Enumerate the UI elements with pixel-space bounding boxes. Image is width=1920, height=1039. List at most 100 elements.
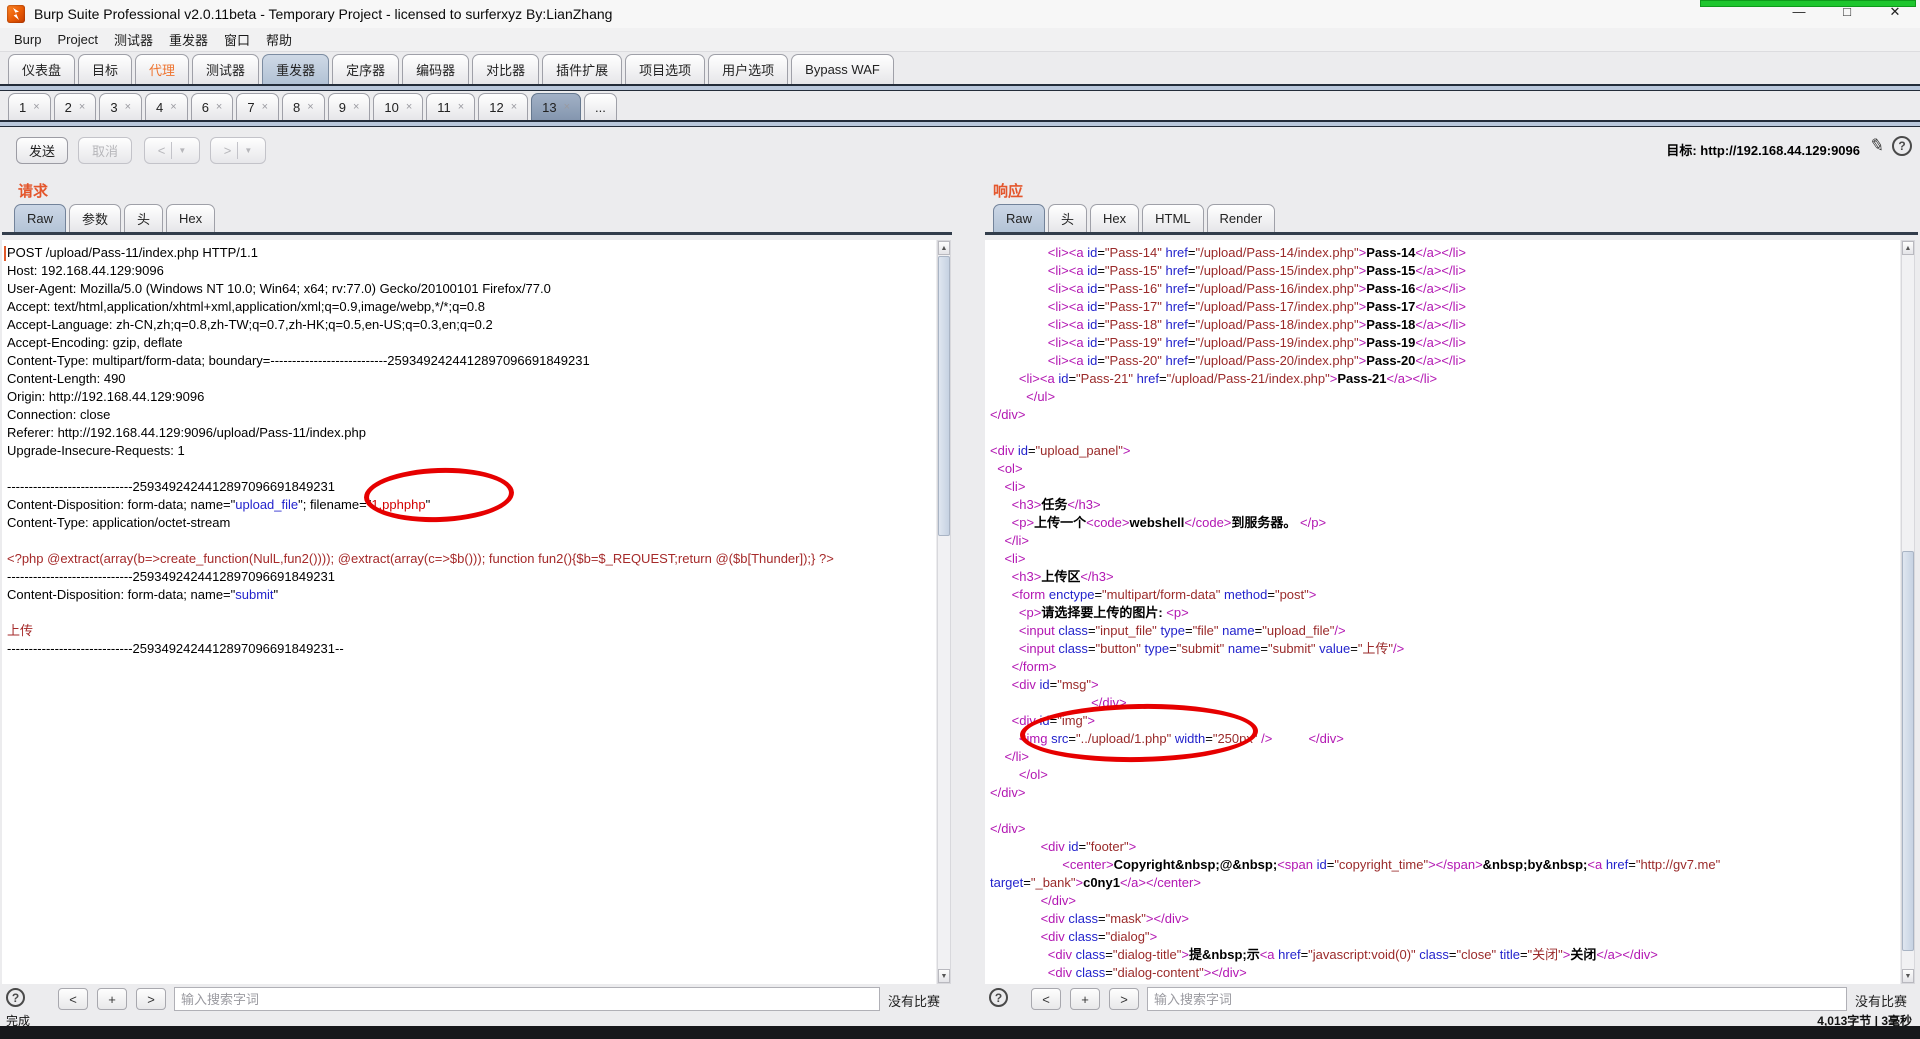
request-scrollbar[interactable]: ▲ ▼ [937, 240, 951, 984]
tab-2[interactable]: 2 × [53, 93, 97, 120]
tab-11[interactable]: 11 × [426, 93, 476, 120]
prev-request-button[interactable]: < ▼ [144, 137, 200, 164]
help-icon[interactable]: ? [6, 988, 25, 1007]
next-request-button[interactable]: > ▼ [210, 137, 266, 164]
tab-参数[interactable]: 参数 [69, 204, 122, 232]
tab-Hex[interactable]: Hex [1090, 204, 1140, 232]
send-button[interactable]: 发送 [16, 137, 68, 164]
close-button[interactable]: ✕ [1884, 4, 1906, 20]
tab-label: 6 [201, 99, 209, 115]
tab-Raw[interactable]: Raw [14, 204, 67, 232]
tab-用户选项[interactable]: 用户选项 [708, 54, 789, 84]
search-prev-button[interactable]: < [58, 988, 88, 1010]
tab-头[interactable]: 头 [124, 204, 164, 232]
tab-label: 12 [489, 99, 504, 115]
help-icon[interactable]: ? [989, 988, 1008, 1007]
menu-item-Burp[interactable]: Burp [6, 32, 49, 47]
response-viewer[interactable]: <li><a id="Pass-14" href="/upload/Pass-1… [985, 240, 1900, 984]
main-tab-bar: 仪表盘 目标 代理 测试器 重发器 定序器 编码器 对比器 插件扩展 项目选项 用户选项 Bypass… [0, 54, 1920, 91]
tab-close-icon[interactable]: × [216, 101, 222, 113]
tab-close-icon[interactable]: × [458, 101, 464, 113]
tab-close-icon[interactable]: × [307, 101, 313, 113]
search-next-button[interactable]: > [136, 988, 166, 1010]
tab-label: 参数 [82, 212, 109, 227]
tab-close-icon[interactable]: × [170, 101, 176, 113]
tab-label: Hex [1103, 211, 1127, 226]
tab-Raw[interactable]: Raw [993, 204, 1046, 232]
tab-label: 目标 [92, 63, 119, 78]
tab-label: 定序器 [346, 63, 386, 78]
scrollbar-thumb[interactable] [938, 256, 950, 536]
tab-项目选项[interactable]: 项目选项 [625, 54, 706, 84]
tab-7[interactable]: 7 × [236, 93, 280, 120]
chevron-down-icon[interactable]: ▼ [178, 146, 186, 155]
menu-item-测试器[interactable]: 测试器 [106, 30, 161, 49]
tab-仪表盘[interactable]: 仪表盘 [8, 54, 76, 84]
tab-头[interactable]: 头 [1048, 204, 1088, 232]
code-line: User-Agent: Mozilla/5.0 (Windows NT 10.0… [7, 281, 551, 296]
tab-close-icon[interactable]: × [125, 101, 131, 113]
tab-close-icon[interactable]: × [353, 101, 359, 113]
menu-item-重发器[interactable]: 重发器 [161, 30, 216, 49]
tab-HTML[interactable]: HTML [1142, 204, 1204, 232]
menu-item-帮助[interactable]: 帮助 [258, 30, 300, 49]
code-line: </ol> [1018, 767, 1048, 782]
request-editor[interactable]: POST /upload/Pass-11/index.php HTTP/1.1 H… [2, 240, 936, 984]
search-next-button[interactable]: > [1109, 988, 1139, 1010]
tab-10[interactable]: 10 × [373, 93, 424, 120]
tab-Bypass WAF[interactable]: Bypass WAF [791, 54, 894, 84]
repeater-tab-bar: 1 × 2 × 3 × 4 × 6 × 7 × 8 × 9 × 10 × 11 × 12 × 13 ×... [0, 93, 1920, 127]
tab-label: 9 [338, 99, 346, 115]
tab-close-icon[interactable]: × [564, 101, 570, 113]
tab-重发器[interactable]: 重发器 [262, 54, 330, 84]
code-line: <div id="footer"> [1040, 839, 1137, 854]
tab-13[interactable]: 13 × [531, 93, 582, 120]
tab-...[interactable]: ... [584, 93, 617, 120]
help-icon[interactable]: ? [1892, 136, 1912, 156]
scrollbar-thumb[interactable] [1902, 551, 1914, 951]
tab-6[interactable]: 6 × [190, 93, 234, 120]
tab-定序器[interactable]: 定序器 [332, 54, 400, 84]
maximize-button[interactable]: □ [1836, 4, 1858, 20]
tab-1[interactable]: 1 × [8, 93, 51, 120]
tab-插件扩展[interactable]: 插件扩展 [542, 54, 623, 84]
search-options-button[interactable]: + [97, 988, 127, 1010]
tab-Hex[interactable]: Hex [166, 204, 216, 232]
tab-close-icon[interactable]: × [511, 101, 517, 113]
response-scrollbar[interactable]: ▲ ▼ [1901, 240, 1915, 984]
chevron-down-icon[interactable]: ▼ [244, 146, 252, 155]
tab-对比器[interactable]: 对比器 [472, 54, 540, 84]
code-line: <ol> [997, 461, 1023, 476]
code-line: <h3>任务</h3> [1011, 497, 1101, 512]
code-line: Origin: http://192.168.44.129:9096 [7, 389, 205, 404]
scroll-up-button[interactable]: ▲ [1902, 241, 1914, 255]
tab-close-icon[interactable]: × [79, 101, 85, 113]
tab-close-icon[interactable]: × [33, 101, 39, 113]
scroll-up-button[interactable]: ▲ [938, 241, 950, 255]
edit-target-icon[interactable]: ✎ [1868, 135, 1885, 157]
tab-4[interactable]: 4 × [145, 93, 188, 120]
request-search-input[interactable] [174, 987, 880, 1011]
scroll-down-button[interactable]: ▼ [938, 969, 950, 983]
minimize-button[interactable]: — [1788, 4, 1810, 20]
tab-8[interactable]: 8 × [282, 93, 325, 120]
search-prev-button[interactable]: < [1031, 988, 1061, 1010]
menu-item-Project[interactable]: Project [49, 32, 105, 47]
code-line: </div> [990, 785, 1026, 800]
tab-Render[interactable]: Render [1206, 204, 1276, 232]
tab-编码器[interactable]: 编码器 [402, 54, 470, 84]
tab-测试器[interactable]: 测试器 [192, 54, 260, 84]
tab-代理[interactable]: 代理 [135, 54, 190, 84]
tab-12[interactable]: 12 × [478, 93, 529, 120]
tab-close-icon[interactable]: × [262, 101, 268, 113]
tab-9[interactable]: 9 × [327, 93, 371, 120]
tab-目标[interactable]: 目标 [78, 54, 133, 84]
menu-item-窗口[interactable]: 窗口 [216, 30, 258, 49]
tab-3[interactable]: 3 × [99, 93, 143, 120]
cancel-button[interactable]: 取消 [78, 137, 132, 164]
tab-close-icon[interactable]: × [406, 101, 412, 113]
response-search-input[interactable] [1147, 987, 1847, 1011]
search-options-button[interactable]: + [1070, 988, 1100, 1010]
scroll-down-button[interactable]: ▼ [1902, 969, 1914, 983]
request-view-tabs: Raw 参数 头 Hex [14, 204, 218, 232]
